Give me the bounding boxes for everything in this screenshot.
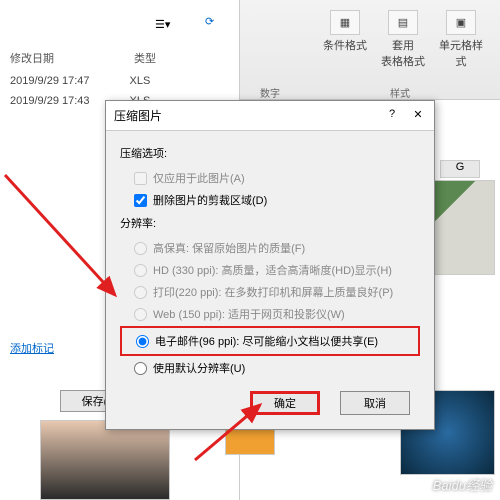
only-this-label: 仅应用于此图片(A) [153, 170, 245, 186]
ribbon-group-label-numbers: 数字 [260, 85, 280, 100]
ribbon-table-format[interactable]: ▤ 套用 表格格式 [378, 10, 428, 69]
ribbon-item-label: 单元格样式 [436, 37, 486, 69]
refresh-icon[interactable]: ⟳ [205, 15, 223, 33]
hd-label: HD (330 ppi): 高质量，适合高清晰度(HD)显示(H) [153, 262, 392, 278]
column-header-g[interactable]: G [440, 160, 480, 178]
compress-options-label: 压缩选项: [120, 145, 420, 161]
resolution-label: 分辨率: [120, 215, 420, 231]
file-type: XLS [130, 75, 151, 87]
watermark: Baidu经验 [433, 475, 492, 494]
email-radio[interactable] [136, 335, 149, 348]
cell-styles-icon: ▣ [446, 10, 476, 35]
ok-button[interactable]: 确定 [250, 391, 320, 415]
file-date: 2019/9/29 17:43 [10, 95, 90, 107]
close-icon[interactable]: ✕ [410, 108, 426, 124]
highlight-email-option: 电子邮件(96 ppi): 尽可能缩小文档以便共享(E) [120, 326, 420, 356]
file-row[interactable]: 2019/9/29 17:47 XLS [0, 71, 239, 91]
ribbon-item-label: 条件格式 [320, 37, 370, 53]
dialog-title: 压缩图片 [114, 107, 162, 124]
hd-radio [134, 264, 147, 277]
col-header-date[interactable]: 修改日期 [10, 50, 54, 66]
table-format-icon: ▤ [388, 10, 418, 35]
option-web: Web (150 ppi): 适用于网页和投影仪(W) [120, 303, 420, 325]
fidelity-label: 高保真: 保留原始图片的质量(F) [153, 240, 305, 256]
option-hd: HD (330 ppi): 高质量，适合高清晰度(HD)显示(H) [120, 259, 420, 281]
option-only-this-picture: 仅应用于此图片(A) [120, 167, 420, 189]
image-face[interactable] [40, 420, 170, 500]
default-label: 使用默认分辨率(U) [153, 360, 245, 376]
option-email[interactable]: 电子邮件(96 ppi): 尽可能缩小文档以便共享(E) [126, 330, 414, 352]
add-tag-link[interactable]: 添加标记 [10, 340, 54, 356]
dialog-titlebar[interactable]: 压缩图片 ? ✕ [106, 101, 434, 131]
web-radio [134, 308, 147, 321]
col-header-type[interactable]: 类型 [134, 50, 156, 66]
option-print: 打印(220 ppi): 在多数打印机和屏幕上质量良好(P) [120, 281, 420, 303]
email-label: 电子邮件(96 ppi): 尽可能缩小文档以便共享(E) [155, 333, 378, 349]
web-label: Web (150 ppi): 适用于网页和投影仪(W) [153, 306, 345, 322]
option-high-fidelity: 高保真: 保留原始图片的质量(F) [120, 237, 420, 259]
cancel-button[interactable]: 取消 [340, 391, 410, 415]
option-delete-cropped[interactable]: 删除图片的剪裁区域(D) [120, 189, 420, 211]
default-radio[interactable] [134, 362, 147, 375]
delete-crop-label: 删除图片的剪裁区域(D) [153, 192, 267, 208]
ribbon-cell-styles[interactable]: ▣ 单元格样式 [436, 10, 486, 69]
ribbon-item-label: 套用 表格格式 [378, 37, 428, 69]
file-date: 2019/9/29 17:47 [10, 75, 90, 87]
print-label: 打印(220 ppi): 在多数打印机和屏幕上质量良好(P) [153, 284, 393, 300]
delete-crop-checkbox[interactable] [134, 194, 147, 207]
sort-icon[interactable]: ☰▾ [155, 18, 175, 32]
compress-pictures-dialog: 压缩图片 ? ✕ 压缩选项: 仅应用于此图片(A) 删除图片的剪裁区域(D) 分… [105, 100, 435, 430]
option-default[interactable]: 使用默认分辨率(U) [120, 357, 420, 379]
only-this-checkbox [134, 172, 147, 185]
ribbon-conditional-format[interactable]: ▦ 条件格式 [320, 10, 370, 69]
help-icon[interactable]: ? [384, 108, 400, 124]
print-radio [134, 286, 147, 299]
fidelity-radio [134, 242, 147, 255]
conditional-format-icon: ▦ [330, 10, 360, 35]
ribbon-group-label-styles: 样式 [390, 85, 410, 100]
ribbon-group-styles: ▦ 条件格式 ▤ 套用 表格格式 ▣ 单元格样式 [320, 10, 486, 69]
